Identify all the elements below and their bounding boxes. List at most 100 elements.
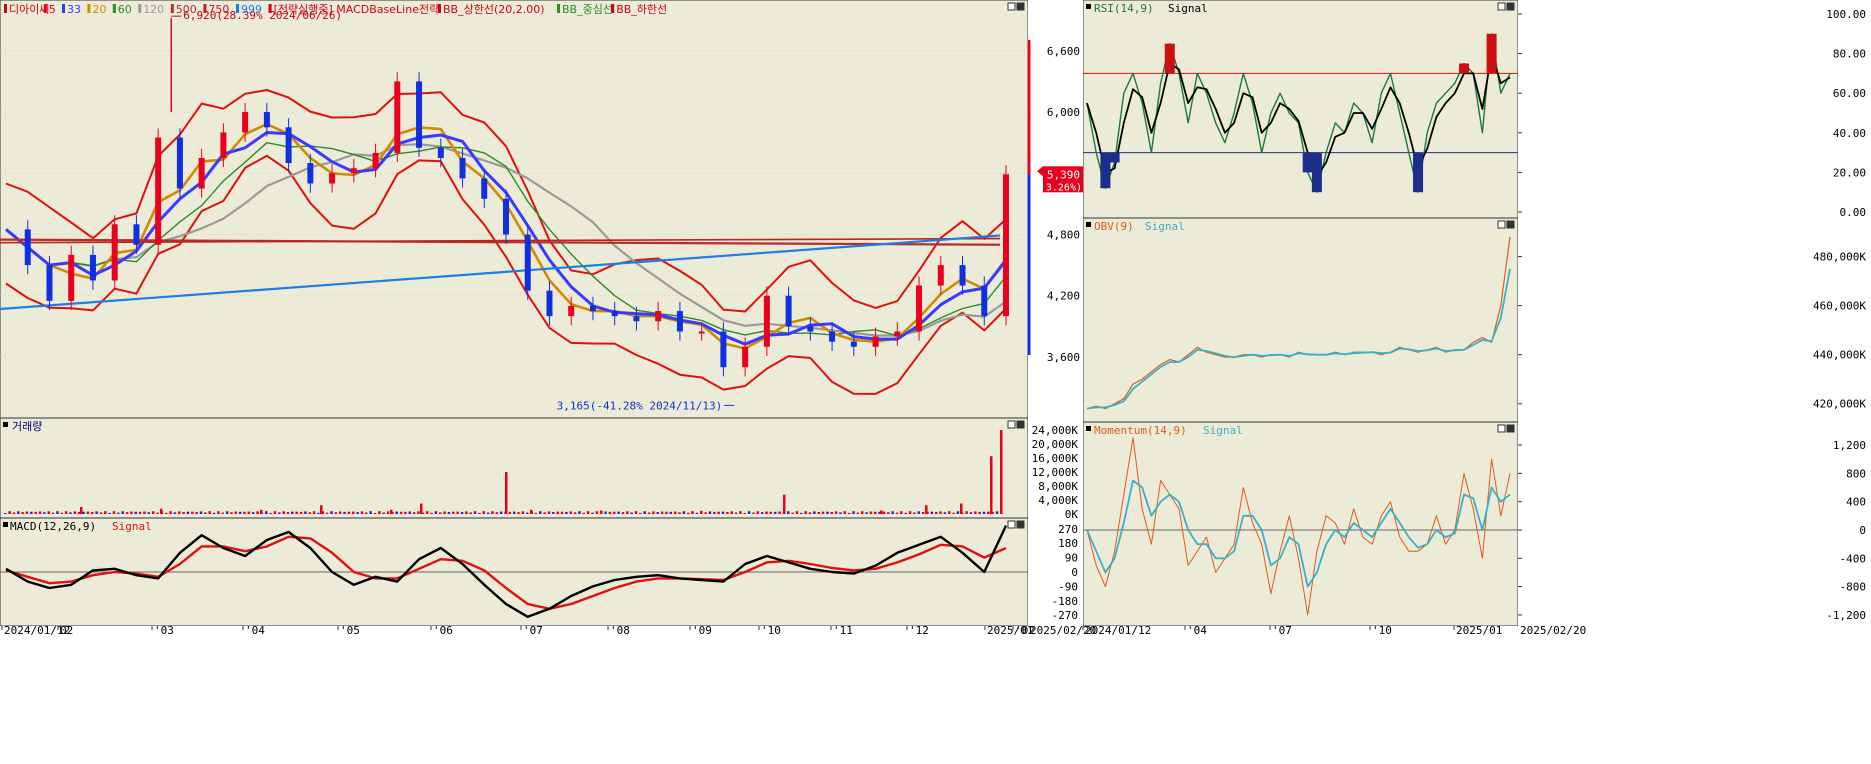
volume-bar [917,511,920,514]
volume-bar [456,511,459,514]
macd-legend-swatch [3,522,8,527]
volume-bar [795,511,799,514]
volume-bar [238,511,242,514]
volume-bar [138,511,142,514]
volume-spike-bar [783,494,786,514]
volume-bar [826,511,829,514]
volume-bar [17,511,20,514]
volume-bar [104,511,107,514]
volume-bar [608,511,612,514]
panel-mom [1082,421,1519,627]
panel-close-button[interactable] [1506,424,1515,433]
panel-minimize-button[interactable] [1007,2,1016,11]
panel-close-button[interactable] [1506,220,1515,229]
volume-bar [469,512,472,514]
legend-swatch [268,4,272,13]
volume-bar [286,512,290,514]
volume-bar [278,512,281,514]
panel-close-button[interactable] [1506,2,1515,11]
price-tick-label: 6,000 [1047,106,1080,119]
momentum-tick-label: 1,200 [1833,439,1866,452]
panel-minimize-button[interactable] [1497,220,1506,229]
volume-bar [182,511,185,514]
volume-bar [630,512,633,514]
panel-minimize-button[interactable] [1007,520,1016,529]
volume-bar [191,511,194,514]
volume-bar [60,512,64,514]
candle-body [155,137,162,245]
rsi-legend-swatch [1086,4,1091,9]
volume-legend-swatch [3,422,8,427]
volume-bar [556,511,559,514]
volume-bar [221,512,224,514]
obv-legend: OBV(9) [1094,220,1134,233]
candle-body [198,157,205,189]
candle-body [285,127,292,164]
volume-bar [726,512,729,514]
panel-close-button[interactable] [1016,520,1025,529]
time-axis-label: '04 [245,624,265,637]
volume-bar [21,512,24,514]
volume-legend: 거래량 [12,420,42,433]
volume-bar [412,512,416,514]
legend-item: 33 [67,3,81,16]
volume-bar [325,512,329,514]
volume-bar [847,512,851,514]
volume-bar [434,511,438,514]
time-axis-label: '03 [154,624,174,637]
price-tick-label: 4,200 [1047,290,1080,303]
time-axis-label: '10 [761,624,781,637]
candle-body [611,311,618,317]
panel-minimize-button[interactable] [1007,420,1016,429]
volume-bar [895,512,899,514]
macd-tick-label: -270 [1052,609,1079,622]
volume-bar [173,512,177,514]
momentum-tick-label: 0 [1859,524,1866,537]
volume-bar [739,511,742,514]
volume-bar [395,511,398,514]
rsi-overbought-zone [1459,63,1470,74]
volume-bar [156,512,159,514]
volume-bar [399,511,403,514]
legend-swatch [203,4,207,13]
volume-spike-bar [320,505,323,514]
candle-body [242,112,249,133]
obv-signal-legend: Signal [1145,220,1185,233]
volume-bar [365,512,368,514]
volume-bar [82,511,85,514]
volume-bar [734,512,738,514]
rsi-tick-label: 0.00 [1840,206,1867,219]
volume-bar [678,512,681,514]
volume-bar [891,511,894,514]
legend-item: [전략실행중] MACDBaseLine전략 [274,3,440,16]
volume-bar [769,511,773,514]
legend-item: BB_하한선 [616,2,667,16]
panel-minimize-button[interactable] [1497,424,1506,433]
rsi-tick-label: 100.00 [1826,8,1866,21]
volume-bar [534,512,538,514]
current-change-label: ( 3.26%) [1034,182,1082,193]
volume-bar [404,511,407,514]
legend-item: 60 [118,3,132,16]
obv-tick-label: 440,000K [1813,349,1866,362]
volume-bar [443,511,446,514]
volume-bar [691,511,694,514]
volume-bar [730,511,733,514]
volume-bar [539,511,542,514]
panel-close-button[interactable] [1016,2,1025,11]
volume-bar [569,511,572,514]
volume-bar [425,511,429,514]
legend-item: BB_중심선 [562,3,613,16]
volume-bar [839,512,842,514]
candle-body [568,305,575,317]
volume-bar [408,511,412,514]
volume-bar [234,511,238,514]
volume-bar [817,511,820,514]
volume-bar [282,511,285,514]
volume-bar [708,511,712,514]
candle-body [46,265,53,301]
panel-minimize-button[interactable] [1497,2,1506,11]
panel-close-button[interactable] [1016,420,1025,429]
volume-bar [91,512,94,514]
volume-bar [908,511,912,514]
